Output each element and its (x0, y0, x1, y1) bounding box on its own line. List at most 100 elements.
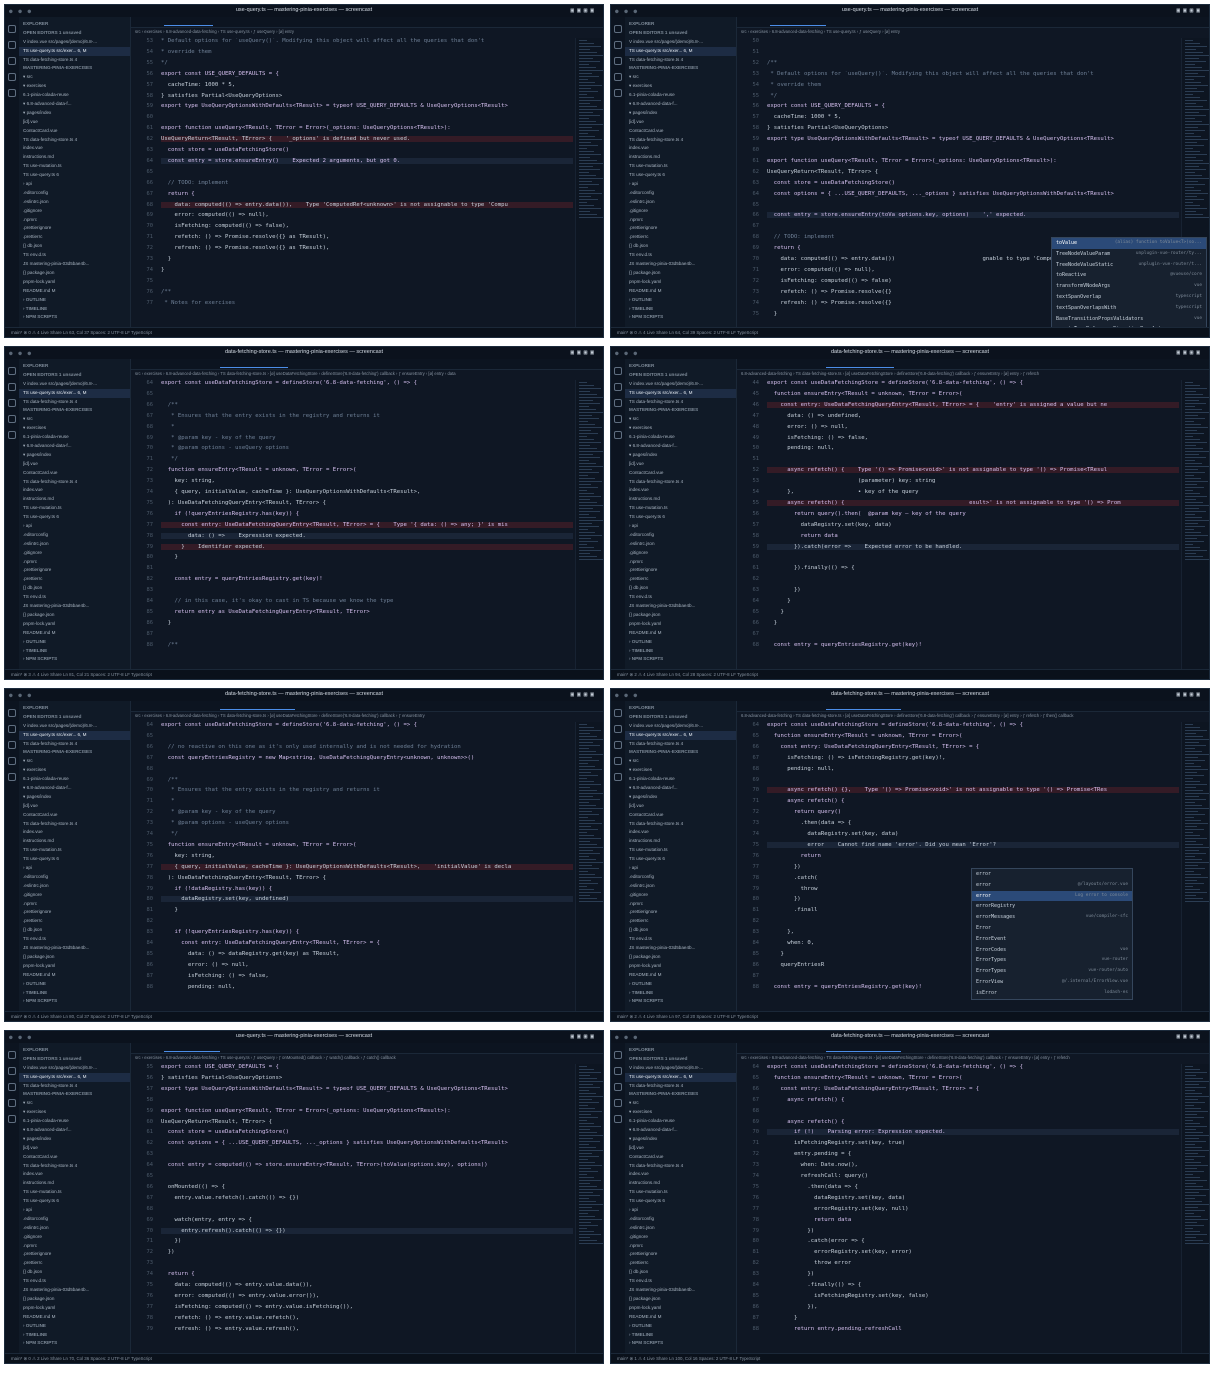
explorer-icon[interactable] (8, 1051, 16, 1059)
explorer-item[interactable]: {} db.json (19, 1268, 130, 1277)
code-line[interactable]: return entry.pending.refreshCall (767, 1326, 1179, 1332)
explorer-item[interactable]: index.vue (625, 144, 736, 153)
suggestion-item[interactable]: toValue (alias) function toValue<T>(so... (1052, 238, 1206, 249)
explorer-section-header[interactable]: › NPM SCRIPTS (19, 1339, 130, 1348)
explorer-item[interactable]: TS use-query.ts 6 (19, 1197, 130, 1206)
suggestion-item[interactable]: textSpanOverlapsWith typescript (1052, 303, 1206, 314)
extensions-icon[interactable] (614, 431, 622, 439)
explorer-item[interactable]: JS mastering-pinia-03d5bae4b... (625, 260, 736, 269)
explorer-section-header[interactable]: OPEN EDITORS 1 unsaved (19, 29, 130, 38)
code-line[interactable]: const entry: UseDataFetchingQueryEntry<T… (767, 1086, 1179, 1092)
extensions-icon[interactable] (614, 1115, 622, 1123)
code-line[interactable]: * override them (767, 82, 1179, 88)
explorer-item[interactable]: .npmrc (625, 1242, 736, 1251)
code-line[interactable]: refresh: () => entry.value.refresh(), (161, 1326, 573, 1332)
explorer-item[interactable]: › api (19, 180, 130, 189)
code-line[interactable]: dataRegistry.set(key, data) (767, 831, 1179, 837)
code-line[interactable]: export type UseQueryOptionsWithDefaults<… (767, 136, 1179, 142)
explorer-item[interactable]: instructions.md (625, 153, 736, 162)
code-line[interactable]: if (!queryEntriesRegistry.has(key)) { (161, 511, 573, 517)
code-editor[interactable]: 55 export const USE_QUERY_DEFAULTS = {56}… (131, 1064, 573, 1353)
code-line[interactable]: /** (161, 642, 573, 648)
extensions-icon[interactable] (614, 89, 622, 97)
code-line[interactable]: */ (161, 60, 573, 66)
explorer-item[interactable]: ContactCard.vue (19, 469, 130, 478)
code-line[interactable]: refreshCall: query() (767, 1173, 1179, 1179)
explorer-item[interactable]: ▾ 6.8-advanced-data-f... (625, 1126, 736, 1135)
explorer-icon[interactable] (614, 1051, 622, 1059)
explorer-item[interactable]: {} db.json (625, 926, 736, 935)
explorer-item[interactable]: [id].vue (19, 460, 130, 469)
explorer-section-header[interactable]: › TIMELINE (625, 1331, 736, 1340)
code-line[interactable]: isFetching: () => false, (161, 973, 573, 979)
explorer-item[interactable]: .npmrc (19, 900, 130, 909)
explorer-item[interactable]: ▾ exercises (19, 1108, 130, 1117)
explorer-item[interactable]: {} db.json (19, 242, 130, 251)
explorer-item[interactable]: ContactCard.vue (625, 811, 736, 820)
code-line[interactable]: data: () => Expression expected. (161, 532, 573, 539)
code-line[interactable]: const store = useDataFetchingStore() (767, 180, 1179, 186)
extensions-icon[interactable] (8, 89, 16, 97)
code-line[interactable]: function ensureEntry<TResult = unknown, … (767, 391, 1179, 397)
explorer-item[interactable]: ▾ exercises (625, 82, 736, 91)
explorer-item[interactable]: ▾ 6.8-advanced-data-f... (19, 1126, 130, 1135)
code-line[interactable]: const entry: UseDataFetchingQueryEntry<T… (161, 521, 573, 528)
explorer-item[interactable]: ▾ pages/index (19, 109, 130, 118)
explorer-item[interactable]: JS mastering-pinia-03d5bae4b... (19, 1286, 130, 1295)
code-line[interactable]: * Notes for exercises (161, 300, 573, 306)
explorer-item[interactable]: TS use-query.ts src/exer... 6, M (625, 730, 736, 740)
explorer-item[interactable]: JS mastering-pinia-03d5bae4b... (625, 944, 736, 953)
code-line[interactable]: .then(data => { (767, 1184, 1179, 1190)
explorer-item[interactable]: V index.vue src/pages/(demo)/6.8-... (19, 380, 130, 389)
code-line[interactable]: key: string, (161, 478, 573, 484)
explorer-item[interactable]: .prettierignore (19, 224, 130, 233)
explorer-item[interactable]: {} package.json (19, 953, 130, 962)
code-line[interactable]: errorRegistry.set(key, error) (767, 1249, 1179, 1255)
code-editor[interactable]: 64 export const useDataFetchingStore = de… (131, 722, 573, 1011)
breadcrumb[interactable]: src › exercises › 6.8-advanced-data-fetc… (131, 1054, 603, 1062)
explorer-item[interactable]: [id].vue (625, 1144, 736, 1153)
code-line[interactable]: }).catch(error => Expected error to be h… (767, 543, 1179, 550)
code-line[interactable]: if (!queryEntriesRegistry.has(key)) { (161, 929, 573, 935)
code-line[interactable]: UseQueryReturn<TResult, TError> { (161, 1119, 573, 1125)
code-line[interactable]: UseQueryReturn<TResult, TError> { '_opti… (161, 136, 573, 143)
code-line[interactable]: } satisfies Partial<UseQueryOptions> (161, 93, 573, 99)
code-line[interactable]: dataRegistry.set(key, data) (767, 1195, 1179, 1201)
explorer-item[interactable]: {} package.json (19, 611, 130, 620)
code-line[interactable]: function ensureEntry<TResult = unknown, … (161, 467, 573, 473)
code-line[interactable]: // in this case, it's okay to cast in TS… (161, 598, 573, 604)
explorer-item[interactable]: TS data-fetching-store.ts 4 (625, 1082, 736, 1091)
code-line[interactable]: const entry: UseDataFetchingQueryEntry<T… (767, 401, 1179, 408)
explorer-item[interactable]: TS use-query.ts src/exer... 6, M (19, 1072, 130, 1082)
code-line[interactable]: cacheTime: 1000 * 5, (161, 82, 573, 88)
explorer-item[interactable]: [id].vue (625, 802, 736, 811)
code-line[interactable]: export const useDataFetchingStore = defi… (161, 722, 573, 728)
explorer-section-header[interactable]: › OUTLINE (19, 638, 130, 647)
suggestion-item[interactable]: error @/layouts/error.vue (972, 880, 1132, 891)
explorer-item[interactable]: V index.vue src/pages/(demo)/6.8-... (19, 722, 130, 731)
code-line[interactable]: /** (161, 289, 573, 295)
code-line[interactable]: isFetching: computed(() => entry.value.i… (161, 1304, 573, 1310)
explorer-item[interactable]: .editorconfig (19, 189, 130, 198)
code-line[interactable]: export type UseQueryOptionsWithDefaults<… (161, 1086, 573, 1092)
code-line[interactable]: const entry = store.ensureEntry(toVa opt… (767, 212, 1179, 219)
code-line[interactable]: export const USE_QUERY_DEFAULTS = { (161, 1064, 573, 1070)
code-line[interactable]: cacheTime: 1000 * 5, (767, 114, 1179, 120)
suggestion-item[interactable]: TreeNodeValueParam unplugin-vue-router/ty… (1052, 249, 1206, 260)
code-line[interactable]: async refetch() { (767, 798, 1179, 804)
explorer-section-header[interactable]: › TIMELINE (625, 305, 736, 314)
suggestion-item[interactable]: ErrorView @/.internal/ErrorView.vue (972, 977, 1132, 988)
suggestion-item[interactable]: ErrorCodes vue (972, 945, 1132, 956)
explorer-section-header[interactable]: MASTERING-PINIA-EXERCISES (19, 748, 130, 757)
explorer-item[interactable]: 6.1-pinia-colada-reuse (625, 91, 736, 100)
explorer-icon[interactable] (614, 367, 622, 375)
explorer-item[interactable]: .editorconfig (625, 531, 736, 540)
explorer-item[interactable]: [id].vue (19, 1144, 130, 1153)
explorer-item[interactable]: TS use-query.ts src/exer... 6, M (19, 46, 130, 56)
explorer-item[interactable]: TS data-fetching-store.ts 4 (625, 1162, 736, 1171)
explorer-item[interactable]: TS data-fetching-store.ts 4 (19, 1162, 130, 1171)
code-line[interactable]: pending: null, (767, 766, 1179, 772)
suggestion-item[interactable]: Error (972, 923, 1132, 934)
code-line[interactable]: * Default options for `useQuery()`. Modi… (767, 71, 1179, 77)
explorer-section-header[interactable]: OPEN EDITORS 1 unsaved (625, 713, 736, 722)
